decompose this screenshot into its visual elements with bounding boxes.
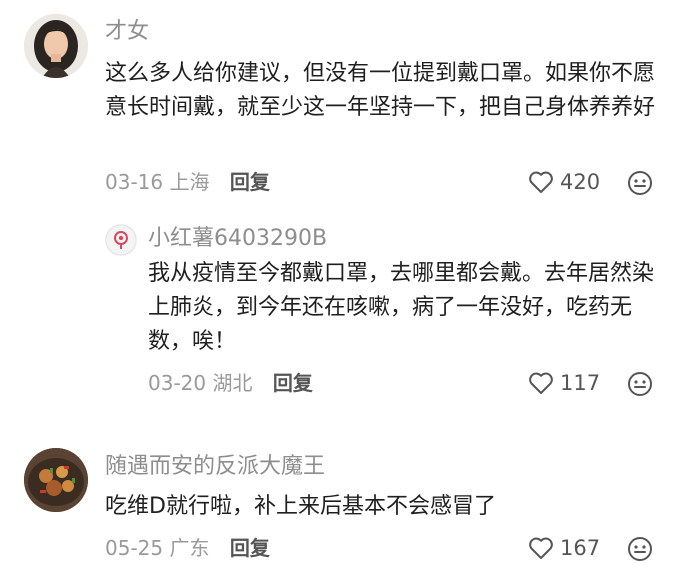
emoji-reaction-button[interactable]: [627, 371, 653, 401]
comment-text: 这么多人给你建议，但没有一位提到戴口罩。如果你不愿意长时间戴，就至少这一年坚持一…: [105, 61, 656, 120]
smiley-face-icon: [628, 537, 652, 561]
comment-text: 吃维D就行啦，补上来后基本不会感冒了: [105, 494, 496, 519]
reply-button[interactable]: 回复: [230, 536, 270, 560]
like-button[interactable]: 167: [528, 535, 600, 561]
like-button[interactable]: 117: [528, 370, 600, 396]
emoji-reaction-button[interactable]: [627, 170, 653, 200]
heart-icon: [529, 372, 553, 394]
smiley-face-icon: [628, 171, 652, 195]
smiley-face-icon: [628, 372, 652, 396]
comment-author[interactable]: 小红薯6403290B: [148, 225, 327, 253]
comment-date: 05-25: [105, 536, 164, 560]
comment-author[interactable]: 才女: [105, 18, 149, 46]
comment-author[interactable]: 随遇而安的反派大魔王: [105, 453, 325, 481]
food-dish-avatar-icon: [24, 448, 88, 512]
comment-text: 我从疫情至今都戴口罩，去哪里都会戴。去年居然染上肺炎，到今年还在咳嗽，病了一年没…: [148, 261, 655, 354]
like-count: 117: [560, 371, 601, 395]
reply-button[interactable]: 回复: [273, 371, 313, 395]
comment-location: 湖北: [212, 371, 253, 395]
avatar[interactable]: [24, 448, 88, 512]
like-button[interactable]: 420: [528, 169, 600, 195]
emoji-reaction-button[interactable]: [627, 536, 653, 566]
comment-date: 03-20: [148, 371, 207, 395]
comment-meta: 03-16 上海 回复: [105, 169, 270, 195]
default-avatar-icon: [105, 224, 137, 256]
comment-meta: 05-25 广东 回复: [105, 535, 270, 561]
comment-location: 上海: [169, 170, 210, 194]
woman-portrait-icon: [24, 14, 88, 78]
reply-button[interactable]: 回复: [230, 170, 270, 194]
comment-location: 广东: [169, 536, 210, 560]
like-count: 167: [560, 536, 601, 560]
comment-date: 03-16: [105, 170, 164, 194]
heart-icon: [529, 537, 553, 559]
avatar[interactable]: [24, 14, 88, 78]
avatar[interactable]: [105, 224, 137, 256]
heart-icon: [529, 171, 553, 193]
like-count: 420: [560, 170, 601, 194]
comment-meta: 03-20 湖北 回复: [148, 370, 313, 396]
